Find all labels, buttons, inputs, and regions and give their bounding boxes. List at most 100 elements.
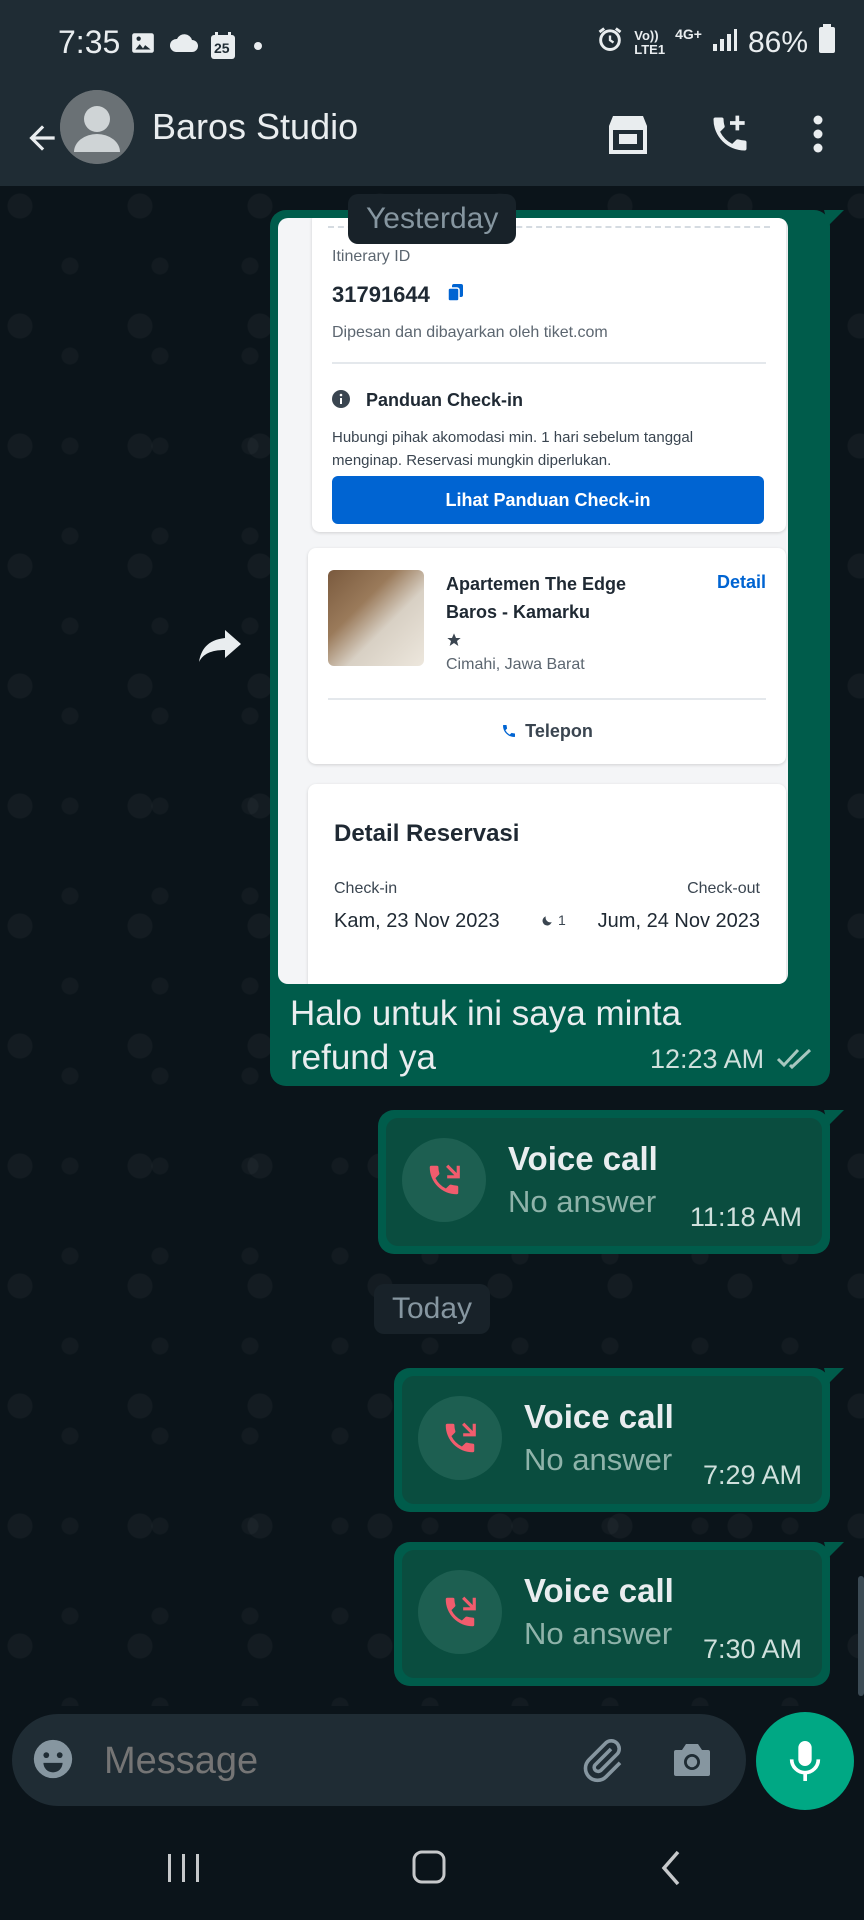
paperclip-icon [583, 1739, 622, 1783]
voice-record-button[interactable] [756, 1712, 854, 1810]
date-label: Yesterday [366, 202, 499, 235]
back-arrow-icon [29, 125, 55, 151]
checkout-label: Check-out [687, 880, 760, 897]
moon-icon [540, 914, 554, 933]
chat-header: Baros Studio [0, 90, 864, 186]
emoji-button[interactable] [30, 1736, 78, 1784]
nights-count: 1 [558, 912, 566, 928]
cloud-icon [168, 32, 198, 59]
reservation-card: Detail Reservasi Check-in Check-out Kam,… [308, 784, 786, 984]
call-title: Voice call [524, 1398, 674, 1435]
signal-icon [712, 26, 738, 60]
microphone-icon [789, 1741, 821, 1781]
checkin-guide-text: Hubungi pihak akomodasi min. 1 hari sebe… [332, 429, 694, 469]
info-icon [332, 390, 350, 413]
star-icon [446, 632, 462, 653]
status-time: 7:35 [58, 24, 121, 60]
attach-button[interactable] [578, 1736, 628, 1786]
call-title: Voice call [524, 1572, 674, 1609]
message-input[interactable] [102, 1728, 566, 1794]
alarm-icon [596, 25, 624, 61]
call-status: No answer [524, 1442, 673, 1477]
bubble-tail [824, 210, 844, 226]
chat-area[interactable]: Itinerary ID 31791644 Dipesan dan dibaya… [0, 186, 864, 1706]
emoji-icon [33, 1739, 73, 1779]
image-message-bubble[interactable]: Itinerary ID 31791644 Dipesan dan dibaya… [270, 210, 844, 1086]
volte-label: Vo)) [634, 28, 659, 43]
divider [328, 698, 766, 700]
call-time: 11:18 AM [689, 1202, 802, 1232]
kebab-menu-icon [813, 115, 823, 153]
call-title: Voice call [508, 1140, 658, 1177]
call-time: 7:30 AM [702, 1634, 802, 1664]
phone-plus-icon [713, 115, 747, 151]
missed-call-icon [418, 1396, 502, 1480]
calendar-day: 25 [214, 39, 230, 56]
checkin-date: Kam, 23 Nov 2023 [334, 910, 500, 932]
status-bar: 7:35 25 Vo)) LTE1 4G+ 86% [0, 0, 864, 92]
message-time: 12:23 AM [650, 1044, 765, 1074]
voice-call-bubble[interactable]: Voice call No answer 11:18 AM [378, 1110, 844, 1254]
reservation-title: Detail Reservasi [334, 820, 520, 847]
message-input-bar [12, 1714, 746, 1806]
checkin-label: Check-in [334, 880, 398, 897]
call-property-button[interactable]: Telepon [308, 714, 786, 748]
forward-button[interactable] [190, 616, 250, 676]
property-name: Apartemen The Edge Baros - Kamarku [446, 574, 627, 622]
property-card: Apartemen The Edge Baros - Kamarku Detai… [308, 548, 786, 764]
home-icon [412, 1850, 446, 1884]
dot-icon [254, 41, 262, 50]
camera-icon [674, 1744, 710, 1776]
more-options-button[interactable] [788, 104, 848, 164]
avatar[interactable] [60, 90, 134, 164]
itinerary-label: Itinerary ID [332, 248, 411, 265]
property-photo [328, 570, 424, 666]
checkin-guide-button[interactable]: Lihat Panduan Check-in [332, 476, 764, 524]
network-type: 4G+ [675, 26, 702, 42]
default-avatar-icon [60, 90, 134, 164]
add-call-button[interactable] [700, 104, 760, 164]
camera-button[interactable] [668, 1736, 718, 1786]
bubble-tail [824, 1110, 844, 1126]
date-divider-today: Today [374, 1284, 491, 1334]
missed-call-icon [402, 1138, 486, 1222]
home-button[interactable] [410, 1848, 460, 1892]
voice-call-bubble[interactable]: Voice call No answer 7:29 AM [394, 1368, 844, 1512]
status-right-icons: Vo)) LTE1 4G+ 86% [596, 24, 836, 62]
recent-apps-button[interactable] [164, 1850, 224, 1890]
calendar-icon: 25 [210, 31, 236, 60]
itinerary-id: 31791644 [332, 282, 430, 307]
gallery-icon [130, 30, 156, 61]
store-icon [609, 116, 647, 154]
contact-name[interactable]: Baros Studio [152, 106, 358, 148]
shared-screenshot[interactable]: Itinerary ID 31791644 Dipesan dan dibaya… [278, 218, 788, 984]
booked-by-text: Dipesan dan dibayarkan oleh tiket.com [332, 324, 608, 341]
forward-icon [199, 630, 241, 662]
checkin-guide-button-label: Lihat Panduan Check-in [445, 489, 651, 510]
call-status: No answer [524, 1616, 673, 1651]
voice-call-card: Voice call No answer 11:18 AM [386, 1118, 822, 1246]
call-property-label: Telepon [525, 720, 593, 741]
date-label: Today [392, 1292, 473, 1325]
copy-icon [447, 284, 464, 307]
volte-indicator: Vo)) LTE1 [634, 29, 665, 57]
call-status: No answer [508, 1184, 657, 1219]
scrollbar[interactable] [858, 1576, 864, 1696]
lte-label: LTE1 [634, 42, 666, 57]
detail-link[interactable]: Detail [717, 572, 766, 593]
business-store-button[interactable] [598, 104, 658, 164]
system-nav-bar [0, 1820, 864, 1920]
recent-apps-icon [168, 1854, 199, 1882]
missed-call-icon [418, 1570, 502, 1654]
call-time: 7:29 AM [702, 1460, 802, 1490]
voice-call-bubble[interactable]: Voice call No answer 7:30 AM [394, 1542, 844, 1686]
itinerary-card: Itinerary ID 31791644 Dipesan dan dibaya… [312, 218, 786, 532]
battery-level: 86% [747, 26, 808, 59]
checkout-date: Jum, 24 Nov 2023 [597, 910, 760, 932]
checkin-guide-title: Panduan Check-in [366, 390, 524, 410]
voice-call-card: Voice call No answer 7:30 AM [402, 1550, 822, 1678]
status-notification-icons: 25 [130, 30, 262, 61]
read-receipt-icon [776, 1046, 812, 1075]
property-location: Cimahi, Jawa Barat [446, 656, 585, 673]
back-nav-button[interactable] [656, 1848, 696, 1892]
